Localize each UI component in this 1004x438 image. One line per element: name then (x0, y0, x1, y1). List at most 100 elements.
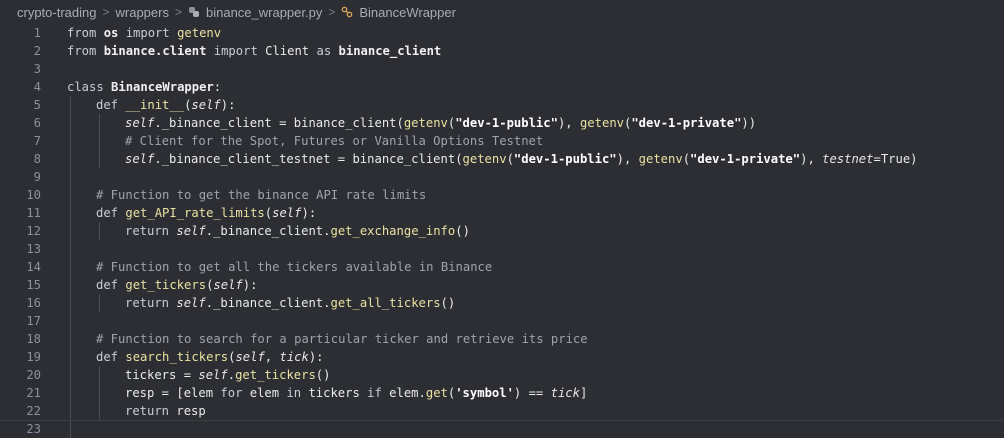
code-text: tickers = self.get_tickers() (125, 366, 330, 384)
code-token: ( (682, 152, 691, 166)
code-token: # Function to get all the tickers availa… (96, 260, 493, 274)
class-symbol-icon (341, 6, 353, 18)
indent-guide (99, 114, 100, 168)
code-line[interactable]: 9 (0, 168, 1004, 186)
code-line[interactable]: 16 return self._binance_client.get_all_ti… (0, 294, 1004, 312)
code-token: ): (220, 98, 236, 112)
code-token: Client (265, 44, 317, 58)
indent-guide (99, 366, 100, 420)
breadcrumb-separator: > (174, 5, 182, 19)
line-number: 12 (26, 224, 41, 238)
code-token: =True) (873, 152, 918, 166)
line-number: 3 (33, 62, 41, 76)
code-line[interactable]: 4 class BinanceWrapper: (0, 78, 1004, 96)
code-token: ._binance_client = binance_client( (154, 116, 404, 130)
code-token: get_tickers (235, 368, 316, 382)
code-token: def (96, 98, 126, 112)
code-line[interactable]: 2 from binance.client import Client as bi… (0, 42, 1004, 60)
code-line[interactable]: 18 # Function to search for a particular … (0, 330, 1004, 348)
code-line[interactable]: 19 def search_tickers(self, tick): (0, 348, 1004, 366)
code-token: get_all_tickers (330, 296, 441, 310)
code-token: ] (579, 386, 588, 400)
code-token: () (455, 224, 470, 238)
code-token: self (235, 350, 265, 364)
code-line[interactable]: 12 return self._binance_client.get_exchan… (0, 222, 1004, 240)
code-text: class BinanceWrapper: (67, 78, 221, 96)
code-token: ), (616, 152, 639, 166)
code-line[interactable]: 20 tickers = self.get_tickers() (0, 366, 1004, 384)
code-line[interactable]: 22 return resp (0, 402, 1004, 420)
code-token: tick (550, 386, 580, 400)
code-token: ): (308, 350, 324, 364)
code-text: return self._binance_client.get_exchange… (125, 222, 470, 240)
code-line[interactable]: 5 def __init__(self): (0, 96, 1004, 114)
line-number: 18 (26, 332, 41, 346)
code-text: from binance.client import Client as bin… (67, 42, 441, 60)
code-token: elem. (389, 386, 426, 400)
breadcrumb-separator: > (102, 5, 110, 19)
line-number: 7 (33, 134, 41, 148)
code-token: ) == (513, 386, 551, 400)
code-token: tickers = (125, 368, 199, 382)
breadcrumb-separator: > (328, 5, 336, 19)
code-token: ): (242, 278, 258, 292)
code-line[interactable]: 15 def get_tickers(self): (0, 276, 1004, 294)
code-line[interactable]: 14 # Function to get all the tickers avai… (0, 258, 1004, 276)
code-token: "dev-1-private" (690, 152, 801, 166)
indent-guide (99, 222, 100, 240)
code-line[interactable]: 21 resp = [elem for elem in tickers if el… (0, 384, 1004, 402)
code-token: search_tickers (125, 350, 229, 364)
indent-guide (99, 294, 100, 312)
line-number: 9 (33, 170, 41, 184)
code-token: ): (301, 206, 317, 220)
code-line[interactable]: 10 # Function to get the binance API rate… (0, 186, 1004, 204)
code-token: # Function to search for a particular ti… (96, 332, 588, 346)
breadcrumb-item-subfolder[interactable]: wrappers (116, 5, 169, 20)
code-text: # Function to get all the tickers availa… (96, 258, 492, 276)
code-line[interactable]: 8 self._binance_client_testnet = binance_… (0, 150, 1004, 168)
code-token: getenv (579, 116, 624, 130)
code-line[interactable]: 13 (0, 240, 1004, 258)
code-token: tick (279, 350, 309, 364)
line-number: 19 (26, 350, 41, 364)
code-line[interactable]: 1 from os import getenv (0, 24, 1004, 42)
code-line[interactable]: 23 (0, 420, 1004, 438)
code-token: ._binance_client. (205, 296, 331, 310)
breadcrumb-item-file[interactable]: binance_wrapper.py (206, 5, 322, 20)
code-token: return (125, 224, 177, 238)
code-text: def get_tickers(self): (96, 276, 257, 294)
code-area[interactable]: 1 from os import getenv 2 from binance.clie… (0, 24, 1004, 438)
code-token: self (272, 206, 302, 220)
code-editor: crypto-trading > wrappers > binance_wrap… (0, 0, 1004, 438)
code-token: self (176, 296, 206, 310)
code-token: for (220, 386, 250, 400)
code-token: "dev-1-public" (455, 116, 558, 130)
line-number: 13 (26, 242, 41, 256)
code-line[interactable]: 11 def get_API_rate_limits(self): (0, 204, 1004, 222)
code-text: def __init__(self): (96, 96, 235, 114)
code-token: ), (557, 116, 580, 130)
code-token: get_API_rate_limits (125, 206, 265, 220)
code-line[interactable]: 3 (0, 60, 1004, 78)
breadcrumb-item-folder[interactable]: crypto-trading (17, 5, 96, 20)
code-token: import (118, 26, 178, 40)
code-token: if (367, 386, 390, 400)
code-token: . (227, 368, 236, 382)
code-token: # Client for the Spot, Futures or Vanill… (125, 134, 544, 148)
code-line[interactable]: 7 # Client for the Spot, Futures or Vanil… (0, 132, 1004, 150)
code-token: 'symbol' (455, 386, 514, 400)
code-token: self (198, 368, 228, 382)
code-token: def (96, 278, 126, 292)
code-token: __init__ (125, 98, 185, 112)
code-token: return (125, 404, 177, 418)
code-line[interactable]: 6 self._binance_client = binance_client(g… (0, 114, 1004, 132)
code-line[interactable]: 17 (0, 312, 1004, 330)
code-token: )) (741, 116, 757, 130)
code-token: get_exchange_info (330, 224, 456, 238)
code-token: , (264, 350, 280, 364)
line-number: 14 (26, 260, 41, 274)
code-token: os (103, 26, 119, 40)
breadcrumb-item-symbol[interactable]: BinanceWrapper (359, 5, 456, 20)
code-token: BinanceWrapper (111, 80, 214, 94)
line-number: 20 (26, 368, 41, 382)
